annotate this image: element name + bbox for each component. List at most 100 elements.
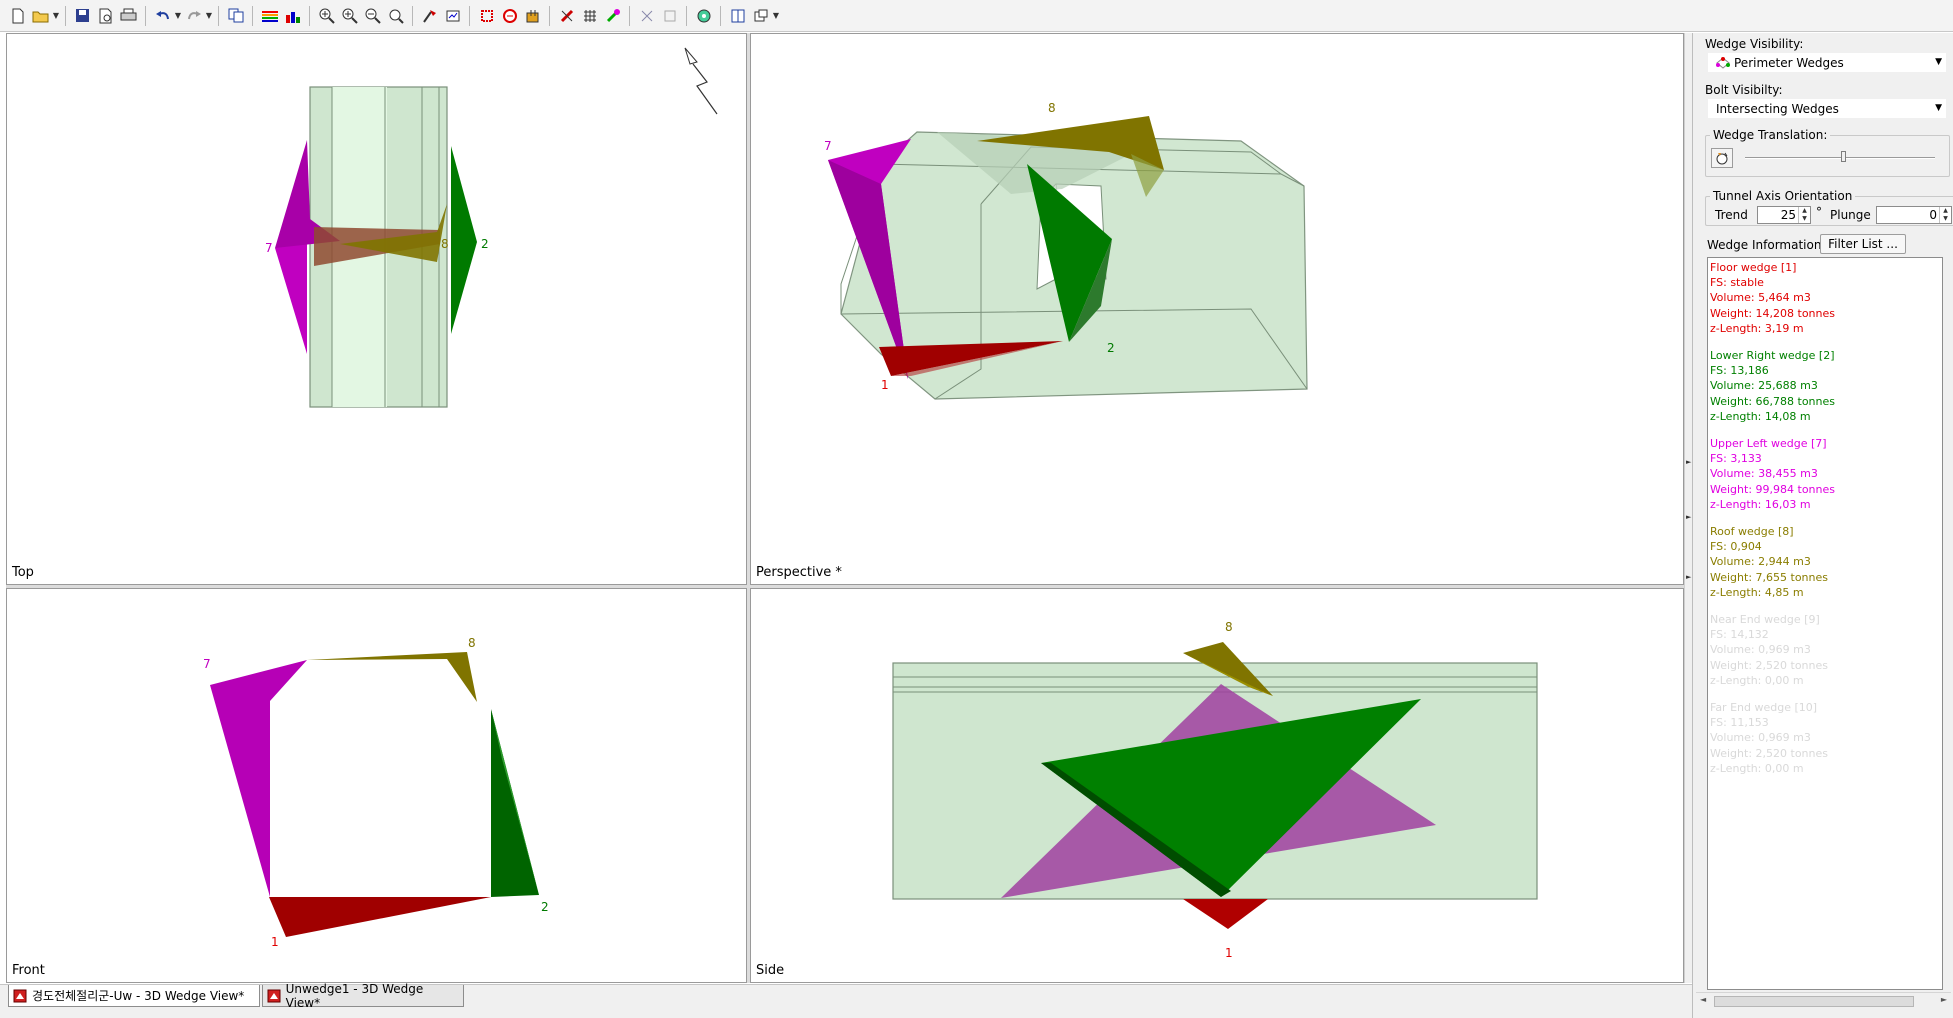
side-view-drawing: 8 1 — [892, 620, 1538, 960]
plunge-input[interactable]: 0 ▲ ▼ — [1876, 206, 1952, 224]
perspective-viewport[interactable]: 8 7 2 1 Perspective * — [750, 33, 1684, 585]
plunge-spinner[interactable]: ▲ ▼ — [1939, 207, 1951, 223]
wedge-visibility-value: Perimeter Wedges — [1734, 55, 1844, 70]
toolbar-separator — [218, 5, 219, 26]
document-icon — [13, 989, 27, 1002]
bolt-pattern-icon[interactable] — [578, 5, 601, 27]
open-dropdown-icon[interactable]: ▼ — [52, 5, 60, 27]
chevron-down-icon: ▼ — [1935, 57, 1942, 67]
wedge-translation-slider-thumb[interactable] — [1840, 151, 1846, 162]
degree-symbol: ° — [1816, 205, 1822, 219]
top-view-drawing: 7 8 2 — [265, 47, 718, 408]
copy-icon[interactable] — [224, 5, 247, 27]
wedge-info-line: z-Length: 0,00 m — [1710, 761, 1804, 775]
collapse-arrow-icon[interactable]: ► — [1686, 513, 1691, 521]
wedge-info-line: Volume: 25,688 m3 — [1710, 379, 1818, 393]
north-arrow-icon — [684, 47, 718, 115]
trend-spinner[interactable]: ▲ ▼ — [1798, 207, 1810, 223]
add-bolt-icon[interactable] — [555, 5, 578, 27]
wedge-info-line: Volume: 5,464 m3 — [1710, 291, 1811, 305]
perimeter-wedges-icon[interactable] — [475, 5, 498, 27]
wedge-translation-label: Wedge Translation: — [1710, 128, 1831, 142]
collapse-arrow-icon[interactable]: ► — [1686, 458, 1691, 466]
redo-dropdown-icon[interactable]: ▼ — [205, 5, 213, 27]
wedge-info-line: Upper Left wedge [7] — [1710, 437, 1827, 451]
scale-icon[interactable] — [441, 5, 464, 27]
wedge-info-line: z-Length: 3,19 m — [1710, 321, 1804, 335]
undo-icon[interactable] — [151, 5, 174, 27]
wedge-info-line: FS: 0,904 — [1710, 540, 1762, 554]
wedge-information-label: Wedge Information: — [1707, 238, 1826, 252]
zoom-all-icon[interactable] — [315, 5, 338, 27]
redo-icon[interactable] — [182, 5, 205, 27]
open-icon[interactable] — [29, 5, 52, 27]
wedge-label-8: 8 — [1048, 101, 1056, 115]
color-scheme-icon[interactable] — [258, 5, 281, 27]
side-viewport[interactable]: 8 1 Side — [750, 588, 1684, 983]
joint-icon[interactable] — [635, 5, 658, 27]
top-viewport[interactable]: 7 8 2 Top — [6, 33, 747, 585]
wedge-label-1: 1 — [881, 378, 889, 392]
doc-tab-label: 경도전체절리군-Uw - 3D Wedge View* — [32, 989, 245, 1003]
wedge-label-1: 1 — [1225, 946, 1233, 960]
wedge-info-line: Weight: 99,984 tonnes — [1710, 482, 1835, 496]
chart-icon[interactable] — [281, 5, 304, 27]
bolt-visibility-select[interactable]: Intersecting Wedges ▼ — [1707, 98, 1947, 119]
wedge-info-line: Floor wedge [1] — [1710, 261, 1797, 274]
wedge-info-line: Weight: 2,520 tonnes — [1710, 658, 1828, 672]
document-icon — [267, 989, 281, 1002]
horizontal-scrollbar[interactable]: ◄ ► — [1696, 992, 1951, 1009]
bolt-visibility-value: Intersecting Wedges — [1716, 101, 1839, 116]
perimeter-wedges-icon — [1716, 56, 1730, 69]
wedge-info-line: Weight: 2,520 tonnes — [1710, 746, 1828, 760]
lower-right-wedge-2 — [451, 146, 477, 334]
doc-tab-1[interactable]: 경도전체절리군-Uw - 3D Wedge View* — [8, 985, 260, 1007]
view-options-dropdown-icon[interactable]: ▼ — [772, 5, 780, 27]
wedge-info-line: z-Length: 16,03 m — [1710, 497, 1811, 511]
zoom-out-icon[interactable] — [361, 5, 384, 27]
toolbar-separator — [629, 5, 630, 26]
select-icon[interactable] — [418, 5, 441, 27]
toolbar-separator — [309, 5, 310, 26]
wedge-info-line: z-Length: 4,85 m — [1710, 585, 1804, 599]
support-icon[interactable] — [658, 5, 681, 27]
wedge-info-line: Weight: 14,208 tonnes — [1710, 306, 1835, 320]
wedge-icon[interactable] — [498, 5, 521, 27]
bolts-icon[interactable] — [521, 5, 544, 27]
wedge-label-2: 2 — [541, 900, 549, 914]
filter-list-button[interactable]: Filter List ... — [1820, 234, 1906, 254]
wedge-info-line: Far End wedge [10] — [1710, 701, 1818, 715]
panel-collapse-strip[interactable]: ► ► ► — [1684, 33, 1692, 983]
side-panel: Wedge Visibility: Perimeter Wedges ▼ Bol… — [1692, 33, 1953, 1018]
wedge-info-group: Lower Right wedge [2] FS: 13,186 Volume: 2… — [1710, 348, 1940, 424]
undo-dropdown-icon[interactable]: ▼ — [174, 5, 182, 27]
wedge-info-line: Weight: 7,655 tonnes — [1710, 570, 1828, 584]
wedge-label-1: 1 — [271, 935, 279, 949]
print-preview-icon[interactable] — [94, 5, 117, 27]
layout-icon[interactable] — [726, 5, 749, 27]
plunge-value: 0 — [1929, 208, 1937, 222]
scrollbar-thumb[interactable] — [1714, 996, 1914, 1007]
doc-tab-2[interactable]: Unwedge1 - 3D Wedge View* — [262, 982, 464, 1010]
trend-input[interactable]: 25 ▲ ▼ — [1757, 206, 1811, 224]
save-icon[interactable] — [71, 5, 94, 27]
wedge-label-8: 8 — [468, 636, 476, 650]
analysis-icon[interactable] — [692, 5, 715, 27]
view-options-icon[interactable] — [749, 5, 772, 27]
shotcrete-icon[interactable] — [601, 5, 624, 27]
wedge-info-line: Roof wedge [8] — [1710, 525, 1794, 539]
viewport-label-front: Front — [12, 963, 45, 978]
collapse-arrow-icon[interactable]: ► — [1686, 573, 1691, 581]
scroll-left-icon[interactable]: ◄ — [1700, 995, 1706, 1004]
document-tab-bar: 경도전체절리군-Uw - 3D Wedge View* Unwedge1 - 3… — [0, 982, 1692, 1018]
print-icon[interactable] — [117, 5, 140, 27]
toolbar-separator — [145, 5, 146, 26]
translate-wedges-button[interactable] — [1711, 148, 1733, 168]
wedge-visibility-select[interactable]: Perimeter Wedges ▼ — [1707, 52, 1947, 73]
new-icon[interactable] — [6, 5, 29, 27]
front-viewport[interactable]: 8 7 2 1 Front — [6, 588, 747, 983]
scroll-right-icon[interactable]: ► — [1941, 995, 1947, 1004]
zoom-extents-icon[interactable] — [384, 5, 407, 27]
wedge-info-group: Near End wedge [9] FS: 14,132 Volume: 0,96… — [1710, 612, 1940, 688]
zoom-in-icon[interactable] — [338, 5, 361, 27]
